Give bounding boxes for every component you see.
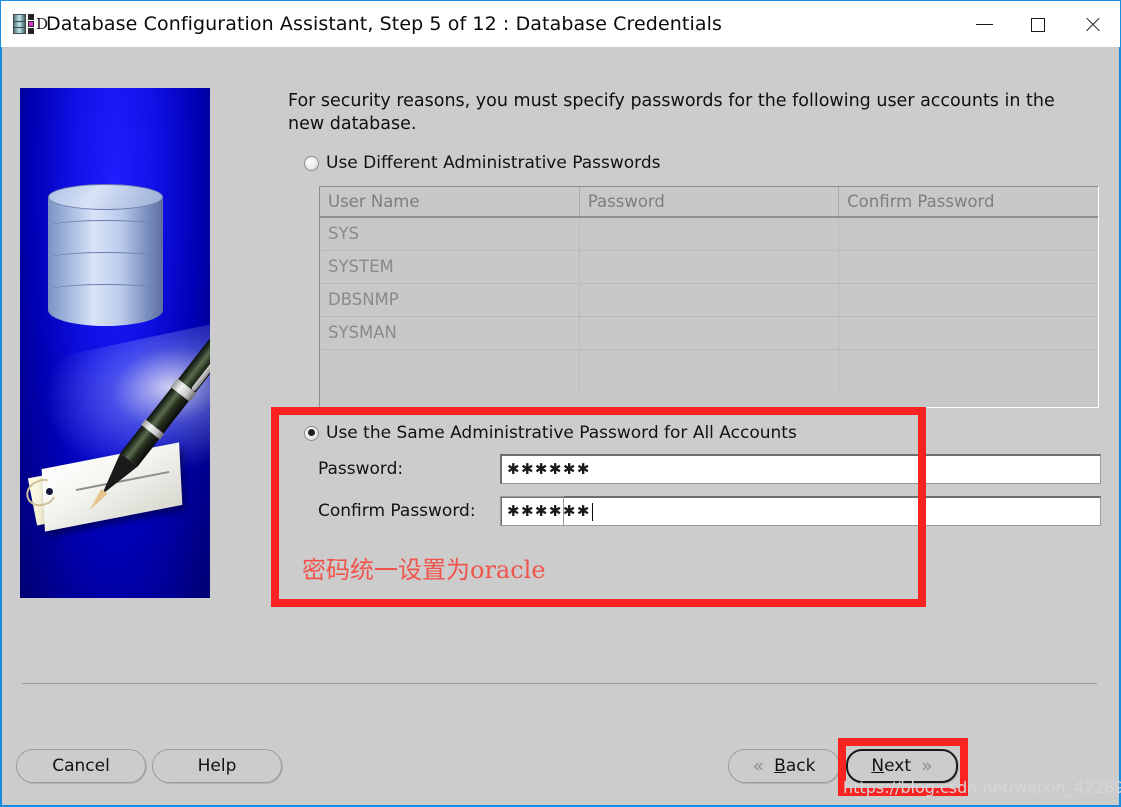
cell-password[interactable]	[579, 250, 840, 284]
maximize-button[interactable]	[1011, 2, 1065, 47]
user-accounts-table[interactable]: User Name Password Confirm Password SYS …	[319, 186, 1099, 408]
banner-illustration	[20, 88, 210, 598]
cell-user-name: SYS	[320, 217, 580, 251]
chevron-left-icon: «	[752, 754, 765, 777]
password-input[interactable]: ✱✱✱✱✱✱	[500, 454, 1101, 484]
column-header-user-name: User Name	[320, 187, 580, 218]
password-value: ✱✱✱✱✱✱	[507, 460, 591, 478]
cell-confirm-password[interactable]	[838, 316, 1098, 350]
table-empty-row	[320, 349, 1098, 393]
cell-password[interactable]	[579, 316, 840, 350]
intro-text: For security reasons, you must specify p…	[288, 91, 1055, 134]
help-button-label: Help	[197, 756, 237, 776]
database-app-icon: D	[12, 11, 48, 37]
close-button[interactable]	[1065, 2, 1119, 47]
cell-confirm-password[interactable]	[838, 217, 1098, 251]
cell-confirm-password[interactable]	[838, 283, 1098, 317]
radio-use-same-password[interactable]: Use the Same Administrative Password for…	[304, 423, 797, 443]
minimize-button[interactable]	[957, 2, 1011, 47]
window-controls	[957, 2, 1119, 47]
maximize-icon	[1031, 17, 1045, 32]
column-header-password: Password	[579, 187, 840, 218]
cancel-button[interactable]: Cancel	[16, 749, 146, 783]
table-row[interactable]: SYS	[320, 217, 1098, 251]
text-caret	[591, 502, 594, 521]
help-button[interactable]: Help	[152, 749, 282, 783]
cell-user-name: SYSMAN	[320, 316, 580, 350]
chevron-right-icon: »	[920, 754, 933, 777]
radio-same-label: Use the Same Administrative Password for…	[326, 423, 797, 443]
radio-use-different-passwords[interactable]: Use Different Administrative Passwords	[304, 153, 660, 173]
column-header-confirm-password: Confirm Password	[838, 187, 1098, 218]
cancel-button-label: Cancel	[52, 756, 110, 776]
confirm-password-row: Confirm Password: ✱✱✱✱✱✱	[318, 496, 1101, 526]
next-button-label: Next	[871, 756, 911, 776]
back-button-label: Back	[774, 756, 816, 776]
close-icon	[1084, 16, 1101, 33]
minimize-icon	[975, 24, 993, 25]
back-button[interactable]: « Back	[728, 749, 840, 783]
table-row[interactable]: SYSTEM	[320, 250, 1098, 284]
watermark-text: https://blog.csdn.net/weixin_42289413	[843, 778, 1121, 797]
footer-divider	[22, 683, 1097, 684]
window-title: Database Configuration Assistant, Step 5…	[46, 13, 722, 35]
table-row[interactable]: SYSMAN	[320, 316, 1098, 350]
cell-password[interactable]	[579, 217, 840, 251]
title-bar: D Database Configuration Assistant, Step…	[0, 0, 1121, 47]
database-cylinder-icon	[48, 184, 163, 334]
table-header-row: User Name Password Confirm Password	[320, 187, 1098, 218]
confirm-password-label: Confirm Password:	[318, 501, 476, 521]
password-label: Password:	[318, 459, 404, 479]
dca-window: D Database Configuration Assistant, Step…	[0, 0, 1121, 807]
annotation-text: 密码统一设置为oracle	[302, 556, 546, 584]
radio-different-indicator	[304, 155, 319, 171]
cell-user-name: DBSNMP	[320, 283, 580, 317]
confirm-password-value: ✱✱✱✱✱✱	[507, 502, 591, 520]
radio-different-label: Use Different Administrative Passwords	[326, 153, 661, 173]
radio-same-indicator	[304, 425, 319, 441]
cell-password[interactable]	[579, 283, 840, 317]
cell-confirm-password[interactable]	[838, 250, 1098, 284]
password-row: Password: ✱✱✱✱✱✱	[318, 454, 1101, 484]
cell-user-name: SYSTEM	[320, 250, 580, 284]
table-row[interactable]: DBSNMP	[320, 283, 1098, 317]
confirm-password-input[interactable]: ✱✱✱✱✱✱	[500, 496, 1101, 526]
